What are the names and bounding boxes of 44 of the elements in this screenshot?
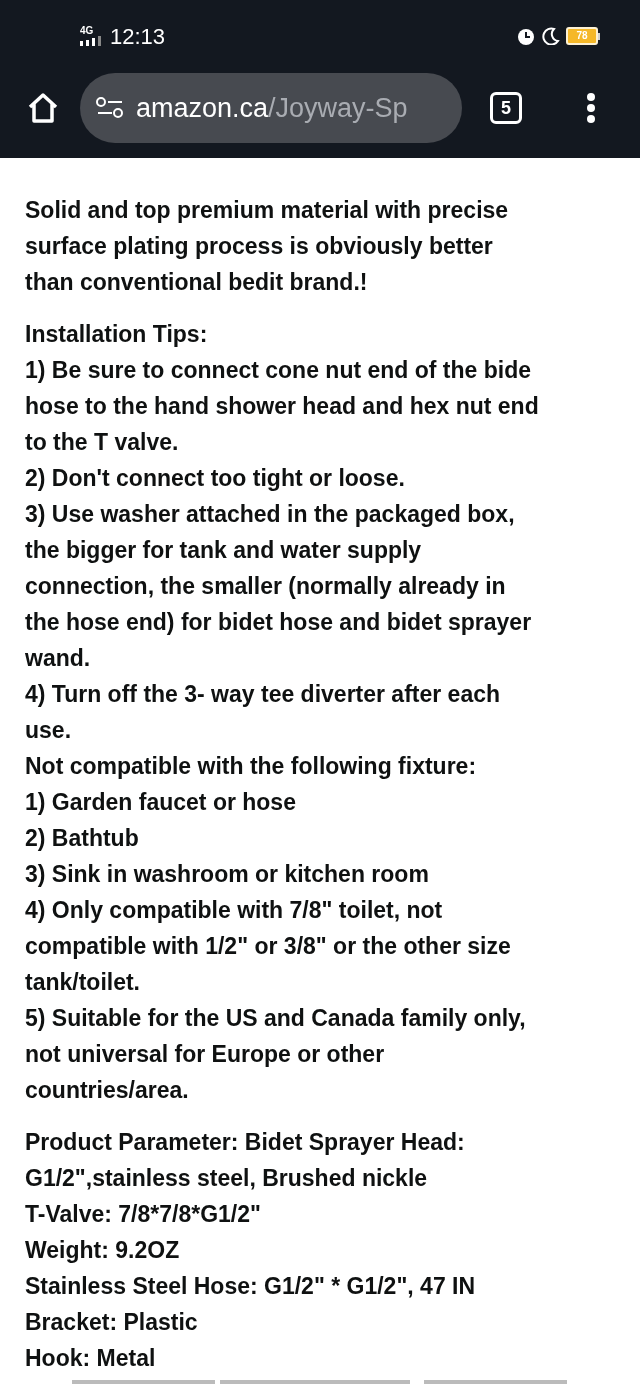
moon-icon — [542, 27, 560, 45]
text-line: the hose end) for bidet hose and bidet sprayer — [25, 608, 533, 637]
home-icon[interactable] — [26, 91, 60, 125]
text-line: Product Parameter: Bidet Sprayer Head: — [25, 1128, 466, 1157]
url-bar[interactable]: amazon.ca/Joyway-Sp — [80, 73, 462, 143]
text-line: 2) Bathtub — [25, 824, 140, 853]
text-line: 4) Only compatible with 7/8" toilet, not — [25, 896, 444, 925]
text-line: compatible with 1/2" or 3/8" or the other size — [25, 932, 512, 961]
text-line: the bigger for tank and water supply — [25, 536, 423, 565]
text-line: than conventional bedit brand.! — [25, 268, 369, 297]
site-settings-icon[interactable] — [96, 97, 124, 119]
battery-level: 78 — [576, 31, 588, 41]
text-line: countries/area. — [25, 1076, 190, 1105]
status-time: 12:13 — [110, 22, 166, 51]
text-line: 2) Don't connect too tight or loose. — [25, 464, 406, 493]
network-label: 4G — [80, 26, 94, 36]
text-line: to the T valve. — [25, 428, 180, 457]
text-line: 5) Suitable for the US and Canada family only, — [25, 1004, 527, 1033]
text-line: 3) Sink in washroom or kitchen room — [25, 860, 430, 889]
text-line: 1) Be sure to connect cone nut end of the bide — [25, 356, 533, 385]
text-line: tank/toilet. — [25, 968, 141, 997]
tab-switcher-button[interactable]: 5 — [490, 92, 522, 124]
signal-icon — [80, 36, 104, 46]
text-line: 1) Garden faucet or hose — [25, 788, 297, 817]
text-line: connection, the smaller (normally already in — [25, 572, 507, 601]
alarm-clock-icon — [516, 26, 536, 46]
more-options-icon[interactable] — [586, 92, 596, 124]
text-line: Bracket: Plastic — [25, 1308, 199, 1337]
text-line: Hook: Metal — [25, 1344, 157, 1373]
text-line: surface plating process is obviously better — [25, 232, 494, 261]
text-line: Stainless Steel Hose: G1/2" * G1/2", 47 IN — [25, 1272, 477, 1301]
text-line: not universal for Europe or other — [25, 1040, 386, 1069]
text-line: use. — [25, 716, 73, 745]
text-line: 4) Turn off the 3- way tee diverter after each — [25, 680, 502, 709]
url-text: amazon.ca/Joyway-Sp — [136, 91, 408, 125]
text-line: T-Valve: 7/8*7/8*G1/2" — [25, 1200, 262, 1229]
text-line: Solid and top premium material with precise — [25, 196, 510, 225]
text-line: Installation Tips: — [25, 320, 209, 349]
text-line: G1/2",stainless steel, Brushed nickle — [25, 1164, 429, 1193]
text-line: Not compatible with the following fixture: — [25, 752, 478, 781]
text-line: 3) Use washer attached in the packaged box, — [25, 500, 516, 529]
text-line: hose to the hand shower head and hex nut end — [25, 392, 540, 421]
text-line: wand. — [25, 644, 92, 673]
text-line: Weight: 9.2OZ — [25, 1236, 181, 1265]
